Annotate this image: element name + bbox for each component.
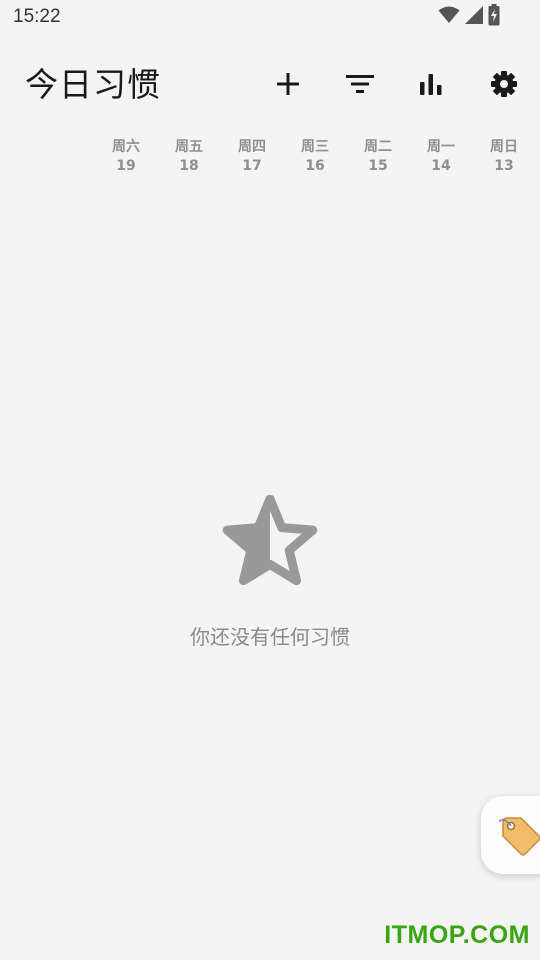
settings-icon [491,71,517,97]
day-header: 周一 14 [417,138,465,176]
signal-icon [464,5,484,29]
add-icon [277,73,299,95]
tag-icon [499,817,540,856]
stats-icon [420,74,442,95]
day-header-date: 15 [368,158,388,174]
battery-charging-icon [488,4,500,30]
wifi-icon [438,6,460,28]
status-bar: 15:22 [0,0,540,36]
empty-state: 你还没有任何习惯 [0,495,540,650]
filter-button[interactable] [340,64,380,104]
day-header-date: 14 [431,158,451,174]
day-header-date: 19 [116,158,136,174]
day-header-date: 18 [179,158,199,174]
day-header-weekday: 周六 [112,139,140,155]
day-header: 周日 13 [480,138,528,176]
day-header: 周五 18 [165,138,213,176]
day-header-weekday: 周五 [175,139,203,155]
app-bar: 今日习惯 [0,40,540,130]
day-header-date: 17 [242,158,262,174]
day-header: 周四 17 [228,138,276,176]
status-icons [438,4,500,30]
filter-icon [346,75,374,93]
statistics-button[interactable] [411,64,451,104]
status-time: 15:22 [13,6,61,27]
floating-tag-button[interactable] [481,796,540,874]
day-header-date: 13 [494,158,514,174]
page-title: 今日习惯 [25,65,161,104]
day-header-weekday: 周三 [301,139,329,155]
day-header-weekday: 周一 [427,139,455,155]
day-header: 周六 19 [102,138,150,176]
day-header: 周二 15 [354,138,402,176]
empty-state-message: 你还没有任何习惯 [190,625,350,649]
star-half-icon [222,495,318,586]
day-header: 周三 16 [291,138,339,176]
settings-button[interactable] [484,64,524,104]
day-header-weekday: 周四 [238,139,266,155]
day-header-date: 16 [305,158,325,174]
day-header-weekday: 周二 [364,139,392,155]
day-header-weekday: 周日 [490,139,518,155]
watermark: ITMOP.COM [384,921,530,949]
add-habit-button[interactable] [268,64,308,104]
